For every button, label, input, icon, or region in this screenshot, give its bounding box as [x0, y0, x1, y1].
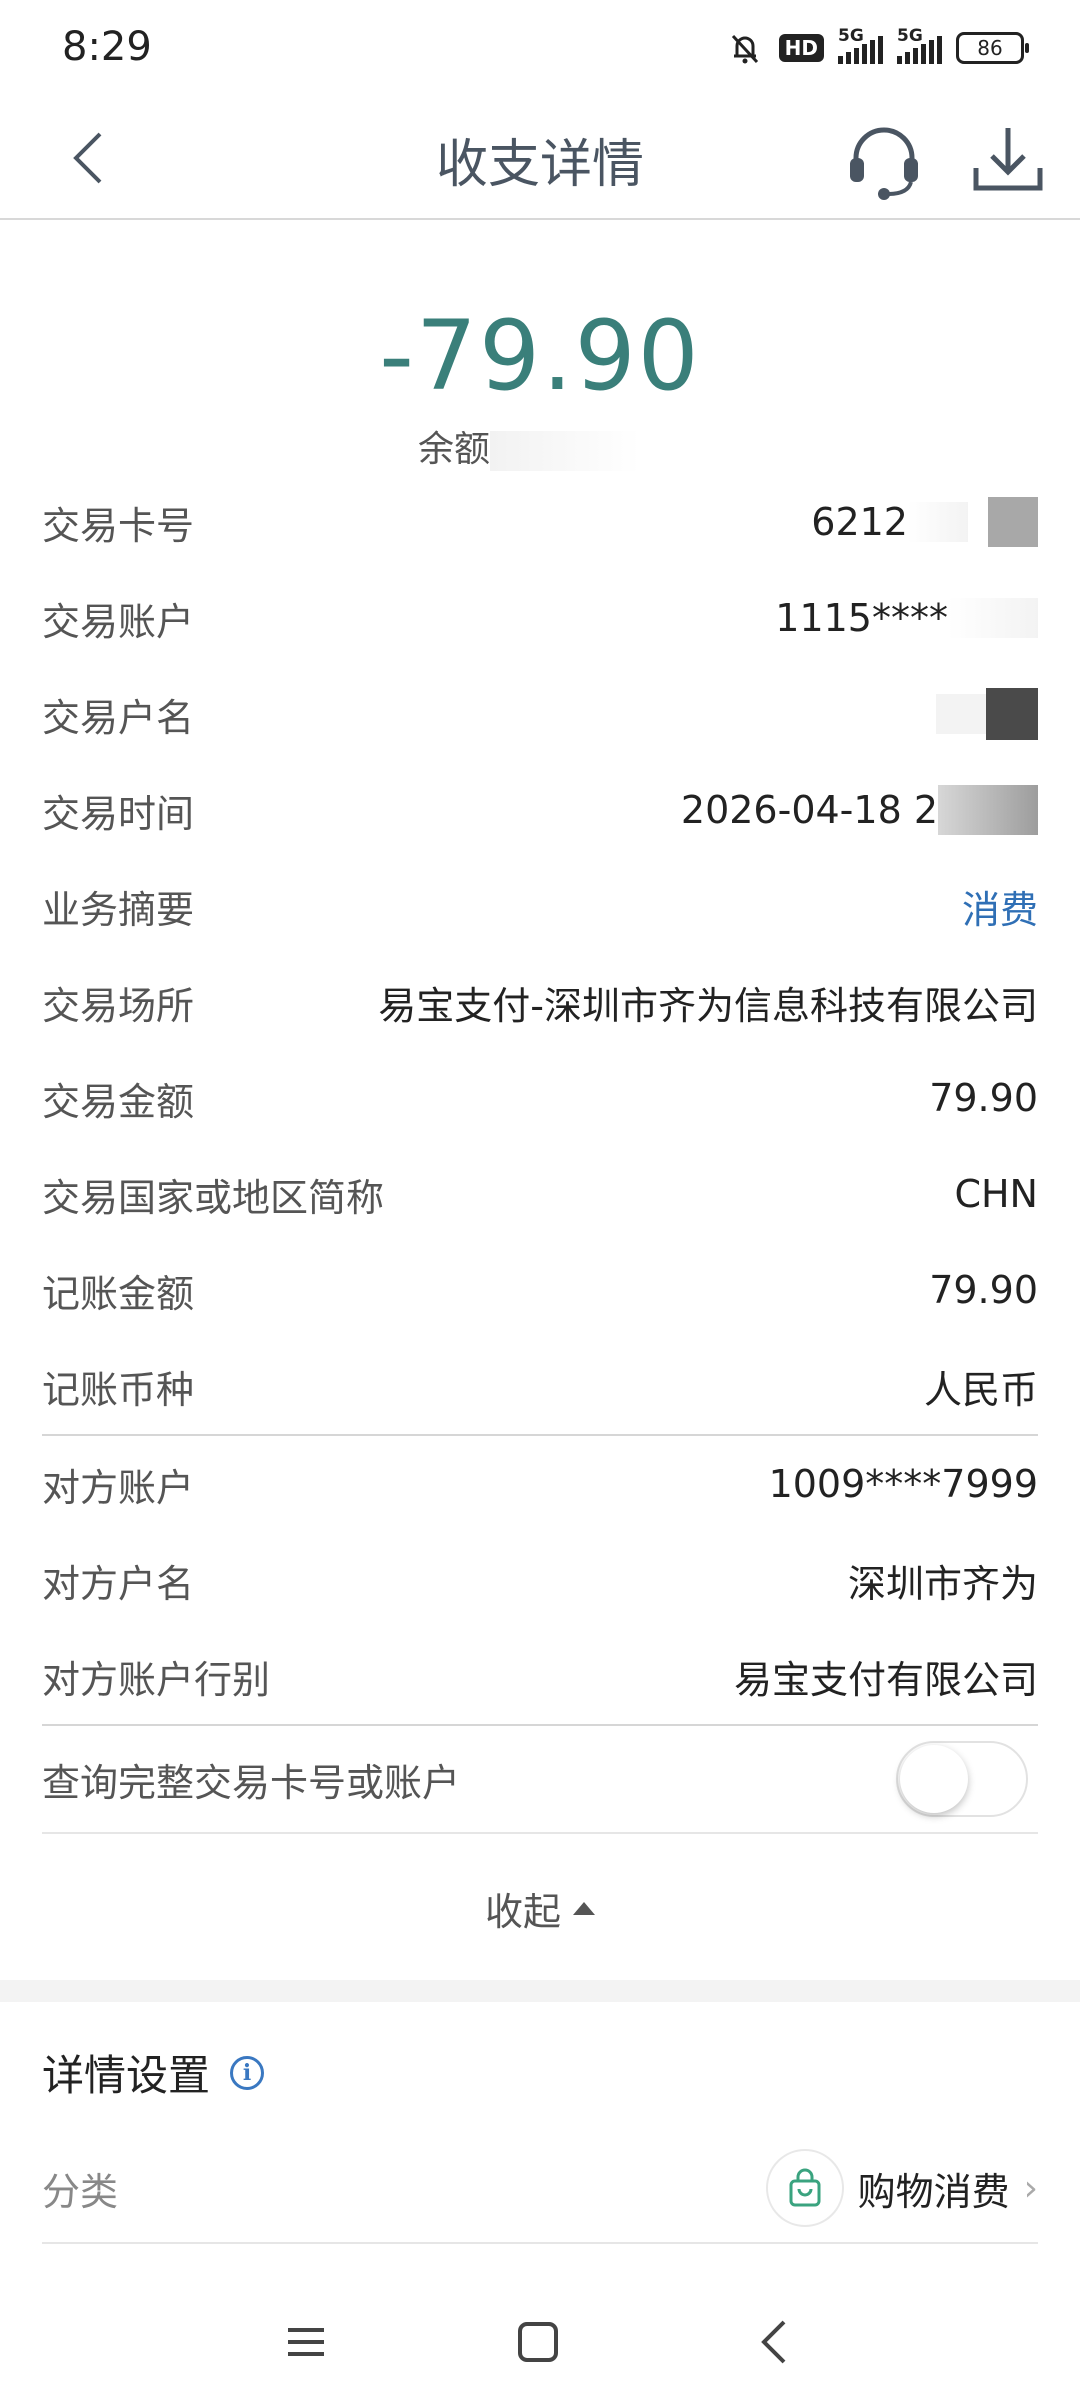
- redaction-mask: [986, 688, 1038, 740]
- category-row[interactable]: 分类 购物消费 ›: [42, 2134, 1038, 2244]
- settings-header: 详情设置 i: [42, 2042, 265, 2103]
- detail-row-country: 交易国家或地区简称 CHN: [42, 1172, 1038, 1220]
- chevron-left-icon: [761, 2320, 786, 2364]
- detail-row-card-number: 交易卡号 6212: [42, 474, 1038, 570]
- menu-icon: [288, 2328, 324, 2356]
- hd-voice-badge: HD: [778, 34, 824, 62]
- detail-row-counterparty-account: 对方账户 1009****7999: [42, 1462, 1038, 1510]
- redaction-mask: [938, 785, 1038, 835]
- detail-row-time: 交易时间 2026-04-18 2: [42, 762, 1038, 858]
- customer-service-button[interactable]: [842, 118, 926, 202]
- system-back-button[interactable]: [744, 2312, 804, 2372]
- category-value[interactable]: 购物消费 ›: [765, 2149, 1038, 2227]
- download-icon: [973, 128, 1043, 191]
- toggle-knob: [900, 1745, 968, 1813]
- category-icon-badge: [765, 2149, 844, 2227]
- detail-row-amount: 交易金额 79.90: [42, 1076, 1038, 1124]
- download-button[interactable]: [966, 118, 1050, 202]
- balance-redacted: [490, 431, 641, 471]
- detail-row-summary: 业务摘要 消费: [42, 858, 1038, 954]
- signal-1-icon: 5G: [838, 26, 883, 64]
- status-time: 8:29: [62, 24, 152, 70]
- nav-bar: 收支详情: [0, 96, 1080, 220]
- signal-2-icon: 5G: [897, 26, 942, 64]
- collapse-button[interactable]: 收起: [0, 1860, 1080, 1956]
- summary-link[interactable]: 消费: [962, 879, 1038, 934]
- full-number-toggle-row: 查询完整交易卡号或账户: [42, 1726, 1038, 1834]
- redaction-mask: [988, 497, 1038, 547]
- detail-row-counterparty-bank: 对方账户行别 易宝支付有限公司: [42, 1657, 1038, 1702]
- detail-row-counterparty-name: 对方户名 深圳市齐为: [42, 1561, 1038, 1606]
- recent-apps-button[interactable]: [276, 2312, 336, 2372]
- battery-icon: 86: [956, 32, 1029, 64]
- shopping-bag-icon: [789, 2168, 821, 2207]
- status-bar: 8:29 HD 5G 5G 86: [0, 0, 1080, 96]
- detail-list: 交易卡号 6212 交易账户 1115**** 交易户名 交易时间 2026-0…: [42, 474, 1038, 1834]
- full-number-toggle[interactable]: [896, 1741, 1028, 1817]
- headset-icon: [850, 127, 918, 200]
- detail-row-account-name: 交易户名: [42, 666, 1038, 762]
- transaction-amount: -79.90: [379, 300, 701, 412]
- detail-row-currency: 记账币种 人民币: [42, 1367, 1038, 1412]
- detail-row-merchant: 交易场所 易宝支付-深圳市齐为信息科技有限公司: [42, 983, 1038, 1028]
- caret-up-icon: [573, 1901, 595, 1915]
- detail-row-account: 交易账户 1115****: [42, 570, 1038, 666]
- detail-row-posted-amount: 记账金额 79.90: [42, 1268, 1038, 1316]
- home-button[interactable]: [508, 2312, 568, 2372]
- home-square-icon: [518, 2322, 558, 2362]
- balance-label: 余额: [418, 420, 641, 472]
- status-icons: HD 5G 5G 86: [725, 26, 1029, 68]
- info-icon[interactable]: i: [230, 2055, 265, 2090]
- mute-bell-icon: [725, 28, 765, 68]
- system-nav-bar: [0, 2284, 1080, 2400]
- section-separator: [0, 1980, 1080, 2002]
- chevron-right-icon: ›: [1023, 2167, 1038, 2209]
- redaction-mask: [948, 598, 1038, 638]
